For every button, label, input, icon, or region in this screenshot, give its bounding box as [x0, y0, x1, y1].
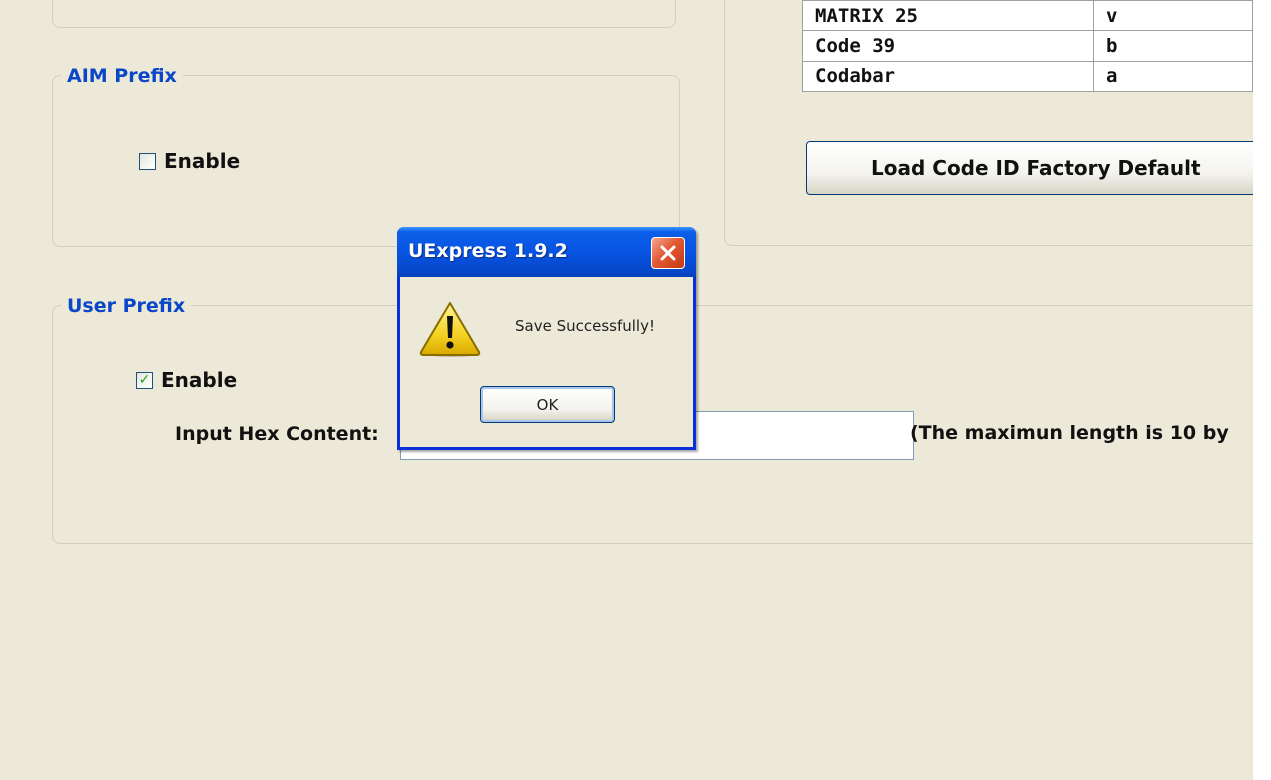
- code-id-cell[interactable]: v: [1093, 0, 1253, 32]
- load-code-id-default-button[interactable]: Load Code ID Factory Default: [806, 141, 1253, 195]
- user-enable-label: Enable: [161, 368, 238, 392]
- aim-enable-checkbox[interactable]: [139, 152, 156, 170]
- code-id-cell[interactable]: a: [1093, 60, 1253, 93]
- top-groupbox: [52, 0, 676, 28]
- code-name-cell: Codabar: [802, 60, 1094, 93]
- code-id-cell[interactable]: b: [1093, 30, 1253, 62]
- dialog-message: Save Successfully!: [515, 317, 655, 335]
- aim-enable-label: Enable: [164, 149, 241, 173]
- user-prefix-title: User Prefix: [61, 294, 192, 318]
- dialog-title: UExpress 1.9.2: [408, 240, 568, 262]
- aim-enable-checkbox-row[interactable]: Enable: [139, 149, 240, 173]
- dialog-titlebar[interactable]: UExpress 1.9.2: [397, 227, 696, 277]
- code-name-cell: Code 39: [802, 30, 1094, 62]
- table-row[interactable]: Code 39 b: [802, 30, 1253, 62]
- aim-prefix-title: AIM Prefix: [61, 64, 183, 88]
- checkmark-icon: ✓: [138, 372, 151, 388]
- max-length-hint: (The maximun length is 10 by: [910, 422, 1229, 444]
- input-hex-label: Input Hex Content:: [175, 423, 379, 445]
- table-row[interactable]: MATRIX 25 v: [802, 0, 1253, 32]
- code-id-table: MATRIX 25 v Code 39 b Codabar a: [802, 0, 1253, 93]
- user-enable-checkbox-row[interactable]: ✓ Enable: [136, 368, 237, 392]
- close-icon: [660, 245, 676, 261]
- ok-button[interactable]: OK: [480, 386, 615, 423]
- user-enable-checkbox[interactable]: ✓: [136, 371, 153, 389]
- close-button[interactable]: [651, 237, 685, 269]
- save-dialog: UExpress 1.9.2 Save Successfully! OK: [397, 227, 696, 450]
- warning-icon: [419, 302, 481, 357]
- code-name-cell: MATRIX 25: [802, 0, 1094, 32]
- table-row[interactable]: Codabar a: [802, 60, 1253, 93]
- app-window: AIM Prefix Enable MATRIX 25 v Code 39 b …: [0, 0, 1253, 780]
